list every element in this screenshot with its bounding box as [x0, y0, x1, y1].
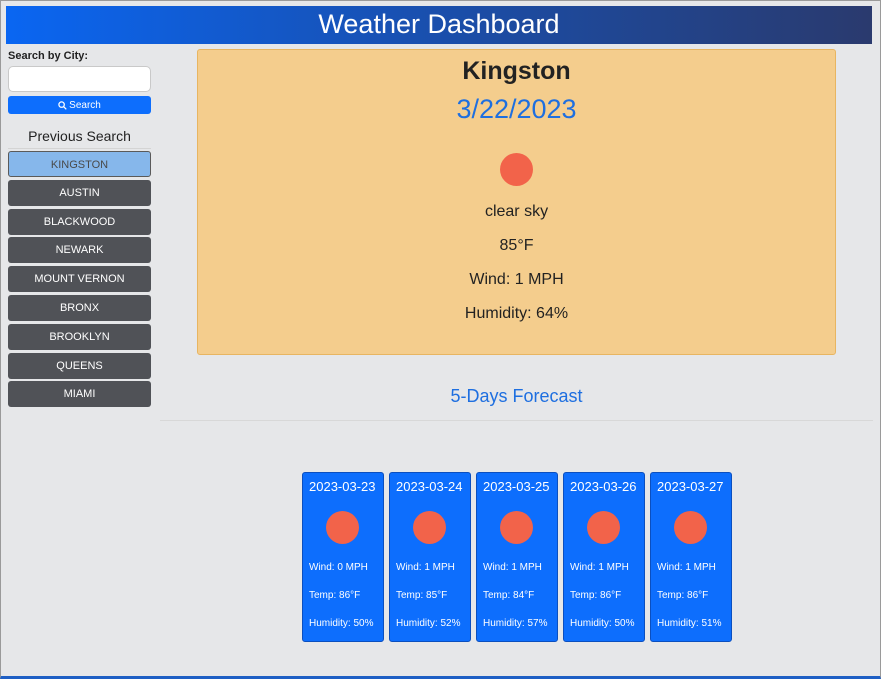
page-title: Weather Dashboard — [318, 9, 560, 39]
forecast-card: 2023-03-23 Wind: 0 MPH Temp: 86°F Humidi… — [302, 472, 384, 642]
city-button-mount-vernon[interactable]: MOUNT VERNON — [8, 266, 151, 293]
previous-search-title: Previous Search — [8, 128, 151, 149]
sun-icon — [326, 511, 359, 544]
search-button[interactable]: Search — [8, 96, 151, 114]
current-city-name: Kingston — [462, 57, 571, 85]
forecast-temp: Temp: 86°F — [657, 590, 709, 601]
sidebar: Search by City: Search Previous Search K… — [8, 50, 151, 410]
divider — [160, 420, 873, 421]
search-button-label: Search — [69, 99, 101, 111]
current-temperature: 85°F — [499, 237, 534, 254]
city-search-input[interactable] — [8, 66, 151, 92]
city-button-blackwood[interactable]: BLACKWOOD — [8, 208, 151, 235]
previous-search-list: KINGSTON AUSTIN BLACKWOOD NEWARK MOUNT V… — [8, 151, 151, 408]
forecast-temp: Temp: 86°F — [309, 590, 361, 601]
forecast-title: 5-Days Forecast — [450, 386, 583, 406]
current-date: 3/22/2023 — [456, 94, 577, 124]
forecast-temp: Temp: 85°F — [396, 590, 448, 601]
forecast-wind: Wind: 1 MPH — [657, 562, 716, 573]
forecast-wind: Wind: 1 MPH — [483, 562, 542, 573]
city-button-queens[interactable]: QUEENS — [8, 352, 151, 379]
city-button-bronx[interactable]: BRONX — [8, 294, 151, 321]
forecast-wind: Wind: 0 MPH — [309, 562, 368, 573]
sun-icon — [674, 511, 707, 544]
search-icon — [58, 100, 67, 110]
forecast-date: 2023-03-27 — [657, 479, 724, 494]
city-button-miami[interactable]: MIAMI — [8, 381, 151, 408]
forecast-card: 2023-03-25 Wind: 1 MPH Temp: 84°F Humidi… — [476, 472, 558, 642]
forecast-temp: Temp: 84°F — [483, 590, 535, 601]
weather-description: clear sky — [484, 203, 549, 220]
current-wind: Wind: 1 MPH — [469, 271, 564, 288]
city-button-kingston[interactable]: KINGSTON — [8, 151, 151, 177]
current-humidity: Humidity: 64% — [464, 305, 569, 322]
forecast-card: 2023-03-27 Wind: 1 MPH Temp: 86°F Humidi… — [650, 472, 732, 642]
forecast-card: 2023-03-24 Wind: 1 MPH Temp: 85°F Humidi… — [389, 472, 471, 642]
forecast-date: 2023-03-26 — [570, 479, 637, 494]
forecast-humidity: Humidity: 50% — [309, 618, 374, 629]
city-button-brooklyn[interactable]: BROOKLYN — [8, 323, 151, 350]
forecast-humidity: Humidity: 51% — [657, 618, 722, 629]
sun-icon — [500, 153, 533, 186]
forecast-humidity: Humidity: 57% — [483, 618, 548, 629]
forecast-date: 2023-03-24 — [396, 479, 463, 494]
forecast-card: 2023-03-26 Wind: 1 MPH Temp: 86°F Humidi… — [563, 472, 645, 642]
forecast-date: 2023-03-23 — [309, 479, 376, 494]
page-header: Weather Dashboard — [6, 6, 872, 44]
forecast-humidity: Humidity: 52% — [396, 618, 461, 629]
forecast-temp: Temp: 86°F — [570, 590, 622, 601]
city-button-newark[interactable]: NEWARK — [8, 237, 151, 264]
city-button-austin[interactable]: AUSTIN — [8, 179, 151, 206]
forecast-wind: Wind: 1 MPH — [396, 562, 455, 573]
forecast-cards: 2023-03-23 Wind: 0 MPH Temp: 86°F Humidi… — [302, 472, 732, 642]
search-label: Search by City: — [8, 50, 89, 62]
forecast-wind: Wind: 1 MPH — [570, 562, 629, 573]
sun-icon — [500, 511, 533, 544]
forecast-humidity: Humidity: 50% — [570, 618, 635, 629]
sun-icon — [413, 511, 446, 544]
current-weather-panel: Kingston 3/22/2023 clear sky 85°F Wind: … — [197, 49, 836, 355]
sun-icon — [587, 511, 620, 544]
forecast-date: 2023-03-25 — [483, 479, 550, 494]
